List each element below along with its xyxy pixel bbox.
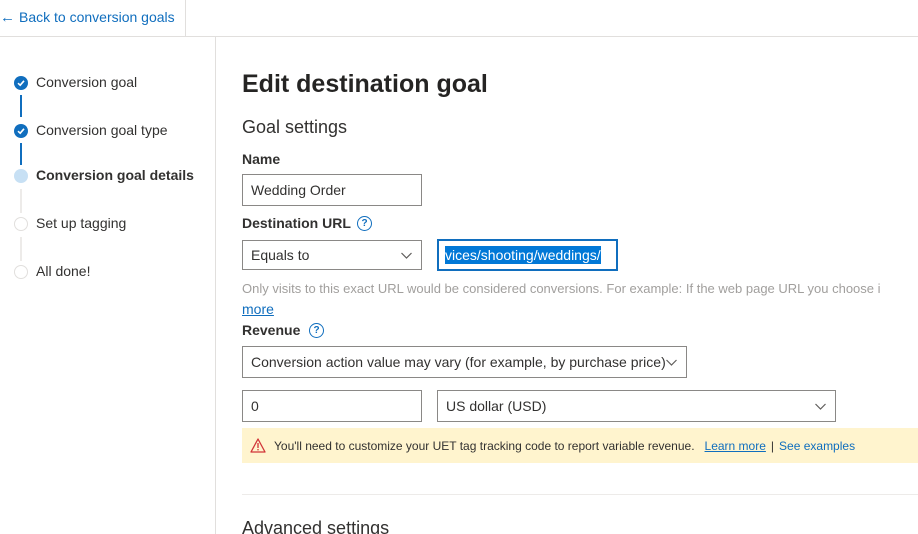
step-set-up-tagging[interactable]: Set up tagging	[0, 212, 216, 236]
chevron-down-icon	[401, 252, 412, 259]
warning-icon	[250, 438, 266, 453]
destination-url-input[interactable]: vices/shooting/weddings/	[437, 239, 618, 271]
chevron-down-icon	[666, 359, 677, 366]
name-input[interactable]: Wedding Order	[242, 174, 422, 206]
link-separator: |	[770, 438, 775, 453]
checkmark-icon	[14, 76, 28, 90]
revenue-type-dropdown[interactable]: Conversion action value may vary (for ex…	[242, 346, 687, 378]
advanced-settings-heading[interactable]: Advanced settings	[242, 518, 389, 534]
currency-value: US dollar (USD)	[446, 398, 547, 414]
topbar-divider	[185, 0, 186, 37]
url-operator-value: Equals to	[251, 247, 310, 263]
stepper-sidebar: Conversion goal Conversion goal type Con…	[0, 37, 216, 534]
chevron-down-icon	[815, 403, 826, 410]
step-connector	[20, 95, 22, 117]
back-link-label: Back to conversion goals	[19, 9, 175, 25]
currency-dropdown[interactable]: US dollar (USD)	[437, 390, 836, 422]
step-label: Conversion goal details	[36, 167, 194, 183]
top-bar: ← Back to conversion goals	[0, 0, 918, 37]
arrow-left-icon: ←	[0, 8, 15, 26]
step-label: All done!	[36, 263, 91, 279]
back-to-conversion-goals-link[interactable]: ← Back to conversion goals	[0, 7, 185, 27]
revenue-amount-input[interactable]: 0	[242, 390, 422, 422]
step-connector	[20, 189, 22, 213]
empty-circle-icon	[14, 217, 28, 231]
revenue-label: Revenue	[242, 322, 301, 338]
step-conversion-goal[interactable]: Conversion goal	[0, 71, 216, 95]
learn-more-link[interactable]: Learn more	[705, 439, 766, 453]
checkmark-icon	[14, 124, 28, 138]
step-connector	[20, 143, 22, 165]
goal-settings-heading: Goal settings	[242, 117, 348, 137]
variable-revenue-warning: You'll need to customize your UET tag tr…	[242, 428, 918, 463]
step-conversion-goal-type[interactable]: Conversion goal type	[0, 119, 216, 143]
help-icon[interactable]: ?	[309, 323, 324, 338]
empty-circle-icon	[14, 265, 28, 279]
current-step-icon	[14, 169, 28, 183]
revenue-type-value: Conversion action value may vary (for ex…	[251, 354, 666, 370]
url-operator-dropdown[interactable]: Equals to	[242, 240, 422, 270]
destination-url-hint: Only visits to this exact URL would be c…	[242, 281, 881, 296]
destination-url-selected-text: vices/shooting/weddings/	[445, 246, 601, 264]
see-examples-link[interactable]: See examples	[779, 439, 855, 453]
step-label: Set up tagging	[36, 215, 127, 231]
step-conversion-goal-details[interactable]: Conversion goal details	[0, 164, 216, 188]
page-title: Edit destination goal	[242, 70, 488, 98]
help-icon[interactable]: ?	[357, 216, 372, 231]
step-connector	[20, 237, 22, 261]
more-link[interactable]: more	[242, 301, 274, 317]
main-content: Edit destination goal Goal settings Name…	[217, 37, 918, 534]
section-divider	[242, 494, 918, 495]
warning-text: You'll need to customize your UET tag tr…	[274, 438, 695, 453]
name-label: Name	[242, 151, 281, 167]
step-label: Conversion goal type	[36, 122, 168, 138]
step-all-done[interactable]: All done!	[0, 260, 216, 284]
step-label: Conversion goal	[36, 74, 138, 90]
destination-url-label: Destination URL	[242, 215, 351, 231]
